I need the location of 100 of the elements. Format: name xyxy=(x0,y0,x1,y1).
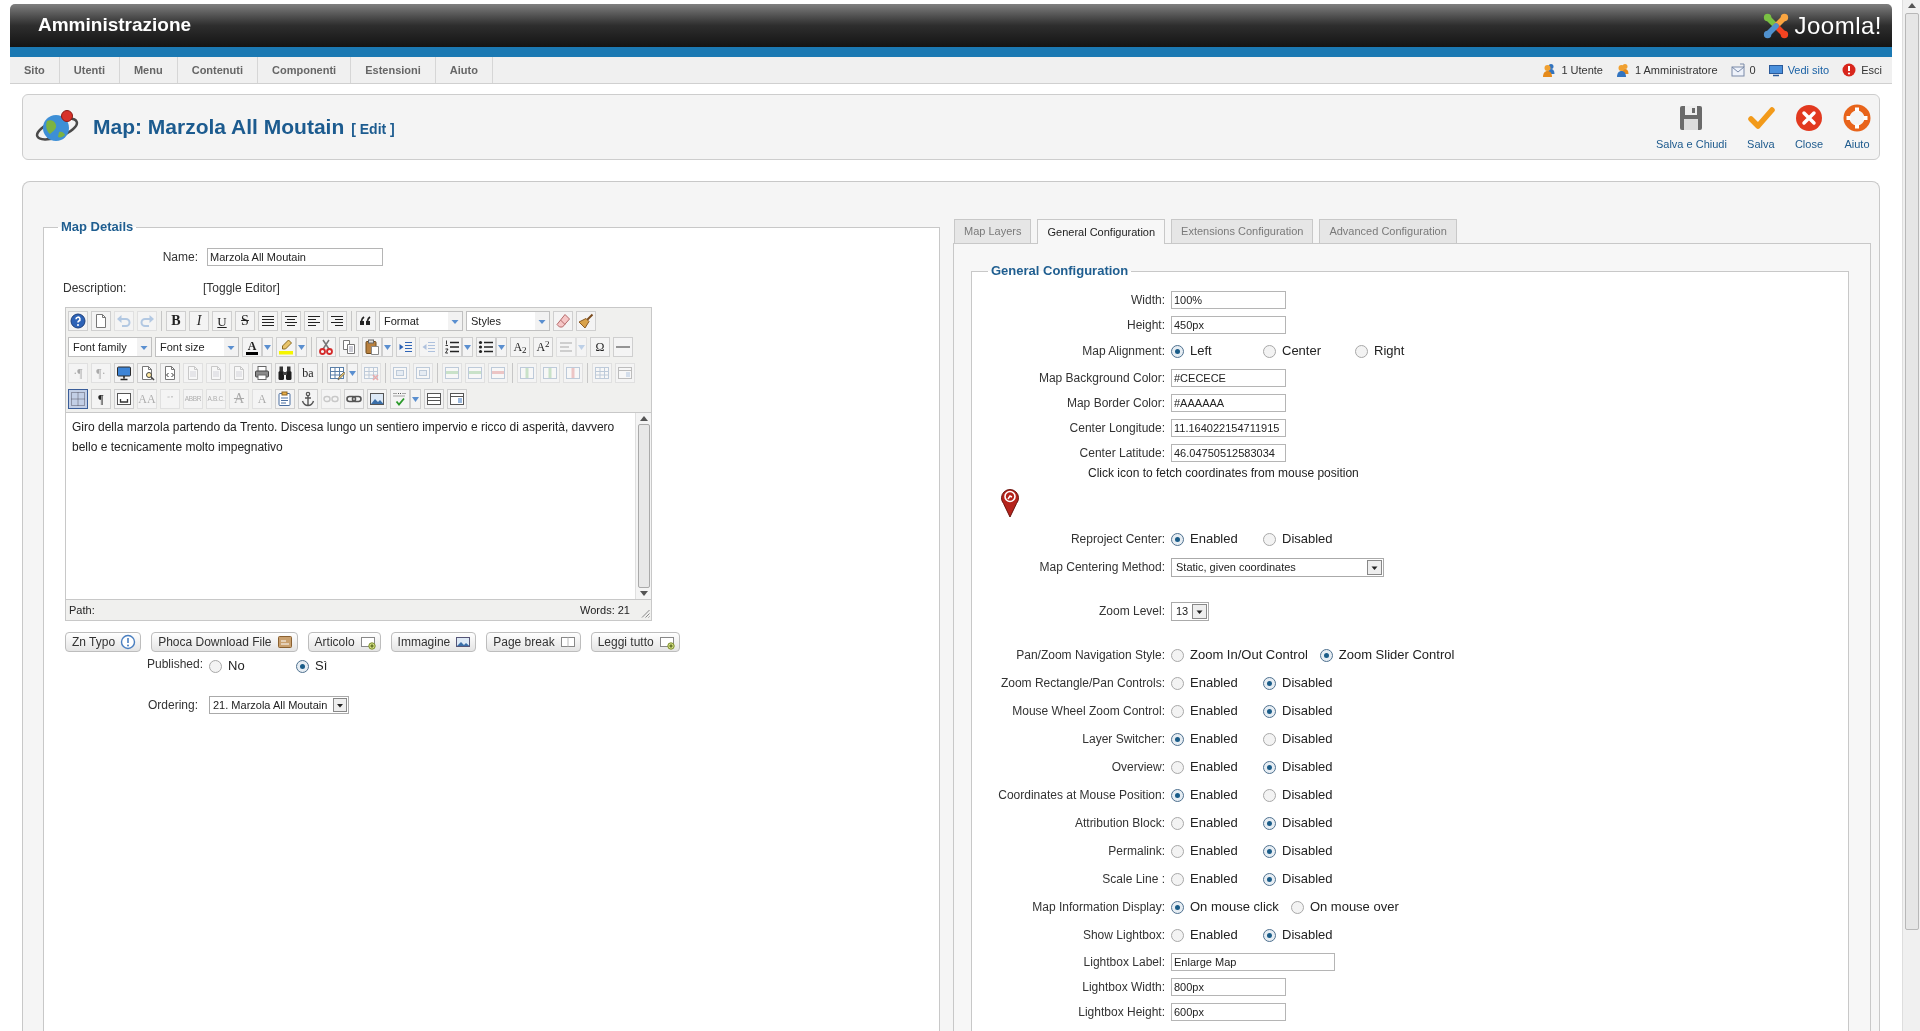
tab[interactable]: General Configuration xyxy=(1037,219,1166,244)
text-field[interactable]: 600px xyxy=(1171,1002,1286,1021)
text-editor-field[interactable]: Giro della marzola partendo da Trento. Discesa lungo un sentiero impervio e ricco di asperità, davvero bello e tecnicamente molto impegnativo xyxy=(66,413,635,599)
toolbar-button[interactable]: ba xyxy=(298,363,318,383)
menu-item[interactable]: Menu xyxy=(119,57,178,83)
new-document-button[interactable] xyxy=(91,311,111,331)
template-button[interactable] xyxy=(275,389,295,409)
dropdown-arrow-button[interactable] xyxy=(382,337,393,357)
strikethrough-button[interactable]: S xyxy=(235,311,255,331)
logout-link[interactable]: Esci xyxy=(1861,61,1882,79)
read-more-button[interactable]: Leggi tutto xyxy=(590,632,680,652)
radio-button[interactable] xyxy=(296,659,309,673)
menu-item[interactable]: Utenti xyxy=(59,57,120,83)
visual-aid-button[interactable] xyxy=(68,389,88,409)
radio-button[interactable] xyxy=(1171,816,1184,830)
text-field[interactable]: 100% xyxy=(1171,290,1286,309)
dropdown[interactable]: Static, given coordinates xyxy=(1171,557,1384,577)
save-button[interactable]: Salva xyxy=(1746,103,1775,151)
radio-button[interactable] xyxy=(1171,704,1184,718)
align-center-button[interactable] xyxy=(281,311,301,331)
radio-button[interactable] xyxy=(1171,900,1184,914)
toolbar-button[interactable]: A$_{2}$ xyxy=(510,337,530,357)
radio-button[interactable] xyxy=(1171,788,1184,802)
radio-button[interactable] xyxy=(1171,676,1184,690)
underline-button[interactable]: U xyxy=(212,311,232,331)
preview-button[interactable] xyxy=(114,363,134,383)
text-field[interactable]: 450px xyxy=(1171,315,1286,334)
menu-item[interactable]: Componenti xyxy=(258,57,352,83)
menu-item[interactable]: Estensioni xyxy=(351,57,436,83)
radio-button[interactable] xyxy=(209,659,222,673)
dropdown-arrow-button[interactable] xyxy=(347,363,358,383)
text-field[interactable]: Marzola All Moutain xyxy=(207,248,383,266)
radio-button[interactable] xyxy=(1263,844,1276,858)
image-button[interactable] xyxy=(367,389,387,409)
map-pin-icon[interactable] xyxy=(1000,486,1020,518)
text-field[interactable]: #CECECE xyxy=(1171,368,1286,387)
article-button[interactable]: Articolo xyxy=(307,632,381,652)
menu-item[interactable]: Aiuto xyxy=(435,57,493,83)
radio-button[interactable] xyxy=(1263,928,1276,942)
scrollbar[interactable] xyxy=(1902,0,1920,1031)
text-field[interactable]: #AAAAAA xyxy=(1171,393,1286,412)
scrollbar[interactable] xyxy=(635,413,651,599)
table-button[interactable] xyxy=(327,363,347,383)
copy-button[interactable] xyxy=(339,337,359,357)
scrollbar-thumb[interactable] xyxy=(637,424,650,588)
cut-button[interactable] xyxy=(316,337,336,357)
radio-button[interactable] xyxy=(1171,844,1184,858)
align-right-button[interactable] xyxy=(327,311,347,331)
italic-button[interactable]: I xyxy=(189,311,209,331)
indent-button[interactable] xyxy=(396,337,416,357)
radio-button[interactable] xyxy=(1319,648,1333,662)
source-code-button[interactable] xyxy=(160,363,180,383)
tab[interactable]: Map Layers xyxy=(954,219,1032,243)
radio-button[interactable] xyxy=(1290,900,1304,914)
tab[interactable]: Extensions Configuration xyxy=(1171,219,1314,243)
radio-button[interactable] xyxy=(1263,732,1276,746)
site-link[interactable]: Vedi sito xyxy=(1787,61,1830,79)
dropdown[interactable]: Styles xyxy=(466,311,550,331)
radio-button[interactable] xyxy=(1263,532,1276,546)
dropdown[interactable]: Font family xyxy=(68,337,152,357)
menu-item[interactable]: Sito xyxy=(10,57,60,83)
cleanup-button[interactable] xyxy=(576,311,596,331)
radio-button[interactable] xyxy=(1355,344,1368,358)
dropdown[interactable]: Font size xyxy=(155,337,239,357)
menu-item[interactable]: Contenuti xyxy=(177,57,258,83)
radio-button[interactable] xyxy=(1171,648,1184,662)
highlight-button[interactable] xyxy=(276,337,296,357)
help-button[interactable] xyxy=(68,311,88,331)
paste-button[interactable] xyxy=(362,337,382,357)
dropdown[interactable]: 13 xyxy=(1171,601,1210,621)
horizontal-rule-button[interactable] xyxy=(613,337,633,357)
save-and-close-button[interactable]: Salva e Chiudi xyxy=(1655,103,1727,151)
download-file-button[interactable]: Phoca Download File xyxy=(151,632,298,652)
spelling-button[interactable] xyxy=(390,389,410,409)
radio-button[interactable] xyxy=(1263,344,1276,358)
radio-button[interactable] xyxy=(1171,732,1184,746)
bulleted-list-button[interactable] xyxy=(476,337,496,357)
layer-button[interactable] xyxy=(447,389,467,409)
search-document-button[interactable] xyxy=(137,363,157,383)
numbered-list-button[interactable] xyxy=(442,337,462,357)
nonbreaking-space-button[interactable] xyxy=(114,389,134,409)
toolbar-button[interactable]: Ω xyxy=(590,337,610,357)
radio-button[interactable] xyxy=(1263,816,1276,830)
toolbar-button[interactable]: ¶ xyxy=(91,389,111,409)
anchor-button[interactable] xyxy=(298,389,318,409)
tab[interactable]: Advanced Configuration xyxy=(1319,219,1457,243)
justify-button[interactable] xyxy=(258,311,278,331)
close-button[interactable]: Close xyxy=(1794,103,1823,151)
radio-button[interactable] xyxy=(1263,704,1276,718)
text-field[interactable]: 46.04750512583034 xyxy=(1171,443,1286,462)
text-color-button[interactable]: A xyxy=(242,337,262,357)
dropdown-arrow-button[interactable] xyxy=(262,337,273,357)
radio-button[interactable] xyxy=(1263,676,1276,690)
text-field[interactable]: Enlarge Map xyxy=(1171,952,1335,971)
dropdown[interactable]: 21. Marzola All Moutain xyxy=(209,696,350,714)
radio-button[interactable] xyxy=(1171,928,1184,942)
print-button[interactable] xyxy=(252,363,272,383)
scrollbar-thumb[interactable] xyxy=(1904,13,1919,930)
insert-layer-button[interactable] xyxy=(424,389,444,409)
radio-button[interactable] xyxy=(1263,872,1276,886)
